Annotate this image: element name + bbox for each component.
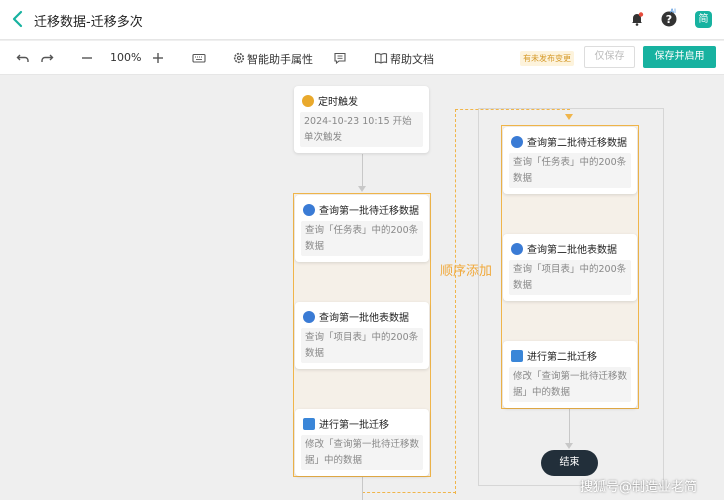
table-query-icon <box>303 311 315 323</box>
avatar[interactable]: 简 <box>695 11 712 28</box>
redo-icon[interactable] <box>40 51 54 65</box>
flow-node[interactable]: 进行第二批迁移 修改「查询第一批待迁移数据」中的数据 <box>503 341 637 408</box>
node-description: 查询「项目表」中的200条数据 <box>509 260 631 295</box>
edit-icon <box>303 418 315 430</box>
flow-canvas[interactable]: 顺序添加 定时触发 2024-10-23 10:15 开始单次触发 查询第一批待… <box>0 76 724 500</box>
node-description: 查询「任务表」中的200条数据 <box>509 153 631 188</box>
ai-badge: AI <box>670 8 676 15</box>
edit-icon <box>511 350 523 362</box>
assistant-properties-button[interactable]: 智能助手属性 <box>247 51 313 67</box>
header-bar: 迁移数据-迁移多次 ? AI 简 <box>0 0 724 40</box>
dashed-connector-top <box>455 109 570 110</box>
node-title: 查询第二批他表数据 <box>527 245 617 256</box>
book-icon[interactable] <box>374 51 388 65</box>
keyboard-icon[interactable] <box>192 51 206 65</box>
node-description: 修改「查询第一批待迁移数据」中的数据 <box>509 367 631 402</box>
clock-icon <box>302 95 314 107</box>
back-arrow-icon[interactable] <box>10 9 26 29</box>
flow-node[interactable]: 查询第二批待迁移数据 查询「任务表」中的200条数据 <box>503 127 637 194</box>
end-node[interactable]: 结束 <box>541 450 598 476</box>
node-title: 定时触发 <box>318 97 358 108</box>
node-title: 查询第二批待迁移数据 <box>527 138 627 149</box>
connector-arrow <box>565 443 573 449</box>
table-query-icon <box>303 204 315 216</box>
save-and-enable-button[interactable]: 保存并启用 <box>643 46 716 68</box>
node-description: 查询「任务表」中的200条数据 <box>301 221 423 256</box>
flow-node[interactable]: 查询第一批待迁移数据 查询「任务表」中的200条数据 <box>295 195 429 262</box>
table-query-icon <box>511 243 523 255</box>
connector-line <box>362 476 363 500</box>
zoom-level: 100% <box>110 51 142 64</box>
save-only-button[interactable]: 仅保存 <box>584 46 635 68</box>
flow-node[interactable]: 查询第一批他表数据 查询「项目表」中的200条数据 <box>295 302 429 369</box>
node-title: 查询第一批待迁移数据 <box>319 206 419 217</box>
zoom-out-icon[interactable] <box>81 51 93 65</box>
node-description: 修改「查询第一批待迁移数据」中的数据 <box>301 435 423 470</box>
trigger-node[interactable]: 定时触发 2024-10-23 10:15 开始单次触发 <box>294 86 429 153</box>
gear-icon[interactable] <box>232 51 246 65</box>
node-title: 查询第一批他表数据 <box>319 313 409 324</box>
connector-line <box>362 154 363 190</box>
connector-arrow <box>358 186 366 192</box>
zoom-in-icon[interactable] <box>152 51 164 65</box>
node-title: 进行第一批迁移 <box>319 420 389 431</box>
node-description: 2024-10-23 10:15 开始单次触发 <box>300 112 423 147</box>
sequence-label: 顺序添加 <box>440 264 493 279</box>
flow-node[interactable]: 进行第一批迁移 修改「查询第一批待迁移数据」中的数据 <box>295 409 429 476</box>
watermark: 搜狐号@制造业老简 <box>580 480 698 495</box>
table-query-icon <box>511 136 523 148</box>
toolbar: 100% 智能助手属性 帮助文档 有未发布变更 仅保存 保存并启用 <box>0 41 724 75</box>
comment-icon[interactable] <box>333 51 347 65</box>
bell-icon[interactable] <box>629 11 645 27</box>
connector-line <box>569 409 570 447</box>
dashed-connector-bottom <box>362 492 456 493</box>
dashed-arrow-head <box>565 114 573 120</box>
page-title: 迁移数据-迁移多次 <box>34 15 143 30</box>
node-title: 进行第二批迁移 <box>527 352 597 363</box>
help-docs-button[interactable]: 帮助文档 <box>390 51 434 67</box>
dashed-connector-side <box>455 109 456 494</box>
flow-node[interactable]: 查询第二批他表数据 查询「项目表」中的200条数据 <box>503 234 637 301</box>
node-description: 查询「项目表」中的200条数据 <box>301 328 423 363</box>
unpublished-badge: 有未发布变更 <box>520 51 574 66</box>
undo-icon[interactable] <box>16 51 30 65</box>
